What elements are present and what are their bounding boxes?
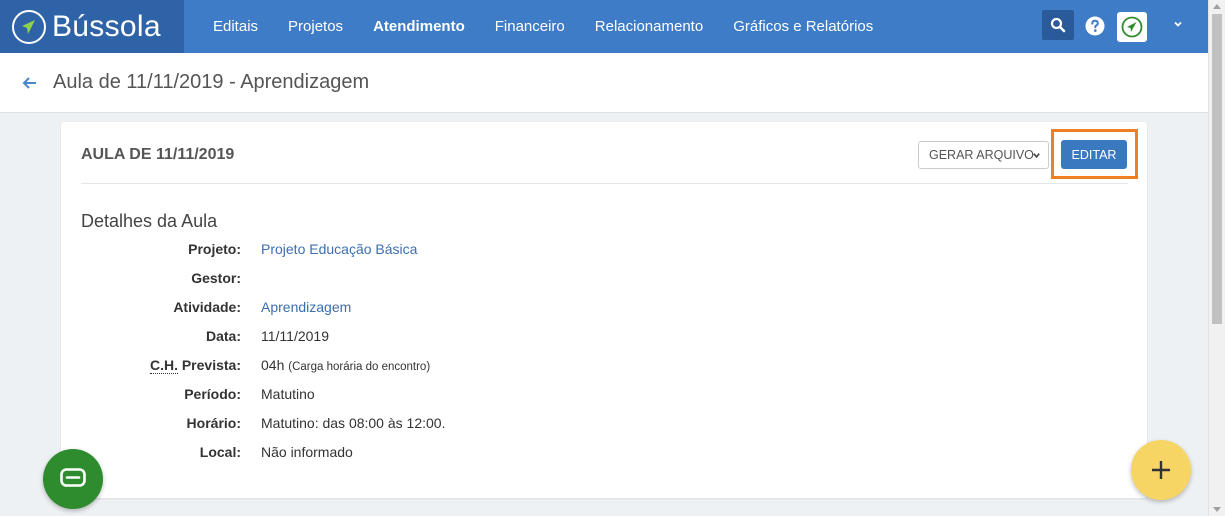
- detail-row-horario: Horário: Matutino: das 08:00 às 12:00.: [61, 415, 1147, 444]
- detail-label: Atividade:: [173, 299, 241, 315]
- detail-row-periodo: Período: Matutino: [61, 386, 1147, 415]
- atividade-link[interactable]: Aprendizagem: [261, 299, 351, 315]
- details-list: Projeto: Projeto Educação Básica Gestor:…: [61, 241, 1147, 473]
- gerar-arquivo-dropdown[interactable]: GERAR ARQUIVO: [918, 141, 1049, 169]
- search-icon: [1050, 17, 1066, 33]
- ch-note: (Carga horária do encontro): [288, 361, 431, 373]
- page-title: Aula de 11/11/2019 - Aprendizagem: [53, 71, 370, 93]
- detail-value: Não informado: [261, 444, 353, 460]
- aula-card: AULA DE 11/11/2019 GERAR ARQUIVO EDITAR …: [61, 122, 1147, 498]
- nav-item-atendimento[interactable]: Atendimento: [373, 18, 465, 35]
- detail-label: Projeto:: [188, 241, 241, 257]
- compass-icon: [12, 9, 46, 44]
- detail-label: Horário:: [186, 415, 241, 431]
- chevron-down-icon[interactable]: [1172, 18, 1184, 30]
- nav-item-editais[interactable]: Editais: [213, 18, 258, 35]
- page-scrollbar[interactable]: [1208, 0, 1225, 516]
- chat-icon: [60, 468, 86, 487]
- detail-label: Local:: [199, 444, 241, 460]
- nav-item-projetos[interactable]: Projetos: [288, 18, 343, 35]
- section-title: Detalhes da Aula: [81, 211, 218, 231]
- chevron-down-icon: [1033, 153, 1040, 159]
- detail-label: C.H. Prevista:: [149, 357, 241, 374]
- detail-row-data: Data: 11/11/2019: [61, 328, 1147, 357]
- ch-value: 04h: [261, 357, 285, 373]
- detail-row-gestor: Gestor:: [61, 270, 1147, 299]
- ch-abbr: C.H.: [149, 357, 178, 374]
- card-title: AULA DE 11/11/2019: [81, 146, 235, 163]
- detail-row-ch-prevista: C.H. Prevista: 04h (Carga horária do enc…: [61, 357, 1147, 386]
- plus-icon: [1152, 461, 1170, 479]
- detail-label: Data:: [205, 328, 241, 344]
- compass-avatar-icon: [1121, 16, 1143, 38]
- projeto-link[interactable]: Projeto Educação Básica: [261, 241, 417, 257]
- detail-value: Matutino: [261, 386, 315, 402]
- nav-item-graficos-relatorios[interactable]: Gráficos e Relatórios: [733, 18, 873, 35]
- gerar-arquivo-label: GERAR ARQUIVO: [929, 148, 1034, 162]
- top-navbar: Bússola Editais Projetos Atendimento Fin…: [0, 0, 1208, 53]
- nav-item-financeiro[interactable]: Financeiro: [495, 18, 565, 35]
- main-nav: Editais Projetos Atendimento Financeiro …: [213, 18, 903, 35]
- arrow-left-icon[interactable]: [22, 75, 38, 91]
- scroll-up-arrow[interactable]: [1213, 4, 1221, 9]
- card-header: AULA DE 11/11/2019 GERAR ARQUIVO EDITAR: [81, 122, 1138, 184]
- app-page: Bússola Editais Projetos Atendimento Fin…: [0, 0, 1225, 516]
- add-button[interactable]: [1131, 440, 1191, 500]
- chat-button[interactable]: [43, 449, 103, 509]
- avatar[interactable]: [1117, 12, 1147, 42]
- page-header: Aula de 11/11/2019 - Aprendizagem: [0, 53, 1208, 113]
- detail-row-projeto: Projeto: Projeto Educação Básica: [61, 241, 1147, 270]
- search-button[interactable]: [1042, 10, 1074, 40]
- nav-item-relacionamento[interactable]: Relacionamento: [595, 18, 703, 35]
- detail-label: Período:: [184, 386, 241, 402]
- detail-value: 11/11/2019: [261, 328, 329, 344]
- editar-button[interactable]: EDITAR: [1061, 140, 1127, 169]
- scroll-thumb[interactable]: [1212, 14, 1222, 324]
- detail-row-atividade: Atividade: Aprendizagem: [61, 299, 1147, 328]
- brand[interactable]: Bússola: [0, 0, 184, 53]
- help-icon[interactable]: [1085, 16, 1105, 36]
- detail-label: Gestor:: [191, 270, 241, 286]
- detail-row-local: Local: Não informado: [61, 444, 1147, 473]
- brand-name: Bússola: [52, 9, 161, 43]
- detail-value: Matutino: das 08:00 às 12:00.: [261, 415, 446, 431]
- detail-label-text: Prevista:: [177, 357, 241, 373]
- scroll-down-arrow[interactable]: [1213, 507, 1221, 512]
- detail-value: 04h (Carga horária do encontro): [261, 357, 430, 373]
